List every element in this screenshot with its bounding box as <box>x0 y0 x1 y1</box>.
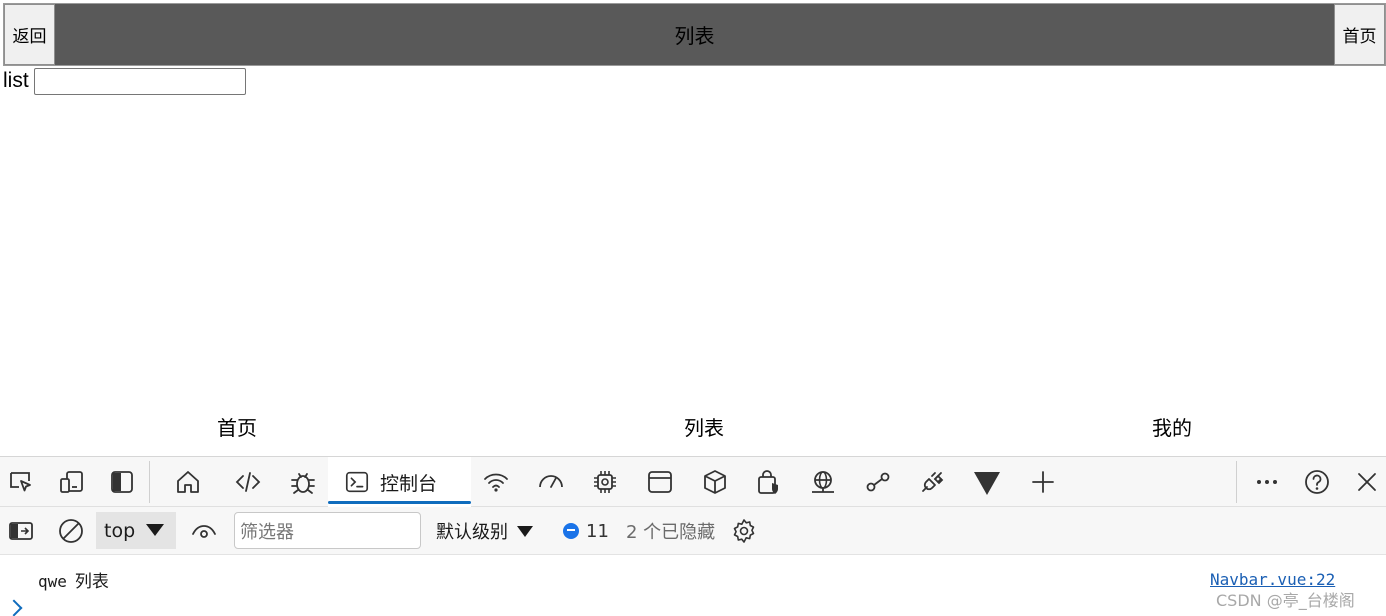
console-prompt-chevron-icon[interactable] <box>5 599 23 616</box>
toolbar-divider <box>1236 461 1237 503</box>
caret-down-icon <box>146 524 164 536</box>
tab-list[interactable]: 列表 <box>604 408 804 444</box>
clear-console-icon[interactable] <box>54 514 88 548</box>
add-tool-icon[interactable] <box>1026 465 1060 499</box>
list-field-row: list <box>3 67 246 95</box>
log-level-value: 默认级别 <box>436 522 508 543</box>
network-globe-icon[interactable] <box>806 465 840 499</box>
devtools-toolbar: 控制台 <box>0 457 1386 507</box>
close-icon[interactable] <box>1350 465 1384 499</box>
performance-gauge-icon[interactable] <box>534 465 568 499</box>
devtools-panel: 控制台 top 筛选器 默认级别 11 2 个已隐藏 qwe 列表 Navbar… <box>0 456 1386 616</box>
help-icon[interactable] <box>1300 465 1334 499</box>
3d-view-icon[interactable] <box>698 465 732 499</box>
security-bag-icon[interactable] <box>752 465 786 499</box>
context-select[interactable]: top <box>96 512 176 549</box>
console-filter-input[interactable]: 筛选器 <box>234 512 421 549</box>
caret-down-icon <box>517 525 533 537</box>
console-settings-gear-icon[interactable] <box>727 514 761 548</box>
vue-devtools-icon[interactable] <box>970 465 1004 499</box>
more-tools-icon[interactable] <box>1250 465 1284 499</box>
application-window-icon[interactable] <box>643 465 677 499</box>
list-label: list <box>3 69 29 92</box>
welcome-home-icon[interactable] <box>171 465 205 499</box>
message-count[interactable]: 11 <box>563 507 609 555</box>
page-title: 列表 <box>674 24 715 48</box>
elements-icon[interactable] <box>231 465 265 499</box>
console-message-text: 列表 <box>74 572 109 592</box>
network-wifi-icon[interactable] <box>479 465 513 499</box>
live-expression-eye-icon[interactable] <box>187 514 221 548</box>
home-button[interactable]: 首页 <box>1334 4 1385 65</box>
console-message-mono: qwe <box>38 572 67 591</box>
memory-chip-icon[interactable] <box>588 465 622 499</box>
active-tab-indicator <box>328 501 471 504</box>
app-navbar: 返回 列表 首页 <box>3 3 1386 66</box>
console-icon <box>345 471 369 493</box>
dock-side-icon[interactable] <box>105 465 139 499</box>
log-level-select[interactable]: 默认级别 <box>436 507 533 555</box>
context-select-value: top <box>104 519 136 542</box>
console-log-entry: qwe 列表 Navbar.vue:22 <box>0 557 1386 599</box>
message-bubble-icon <box>563 523 579 539</box>
performance-link-icon[interactable] <box>861 465 895 499</box>
tab-home[interactable]: 首页 <box>137 408 337 444</box>
list-input[interactable] <box>33 67 246 95</box>
toolbar-divider <box>149 461 150 503</box>
hidden-count: 2 个已隐藏 <box>626 522 716 543</box>
watermark: CSDN @亭_台楼阁 <box>1216 591 1355 610</box>
inspect-icon[interactable] <box>4 465 38 499</box>
show-sidebar-icon[interactable] <box>4 514 38 548</box>
console-message: qwe 列表 <box>38 567 109 592</box>
sources-debug-icon[interactable] <box>286 465 320 499</box>
network-plug-icon[interactable] <box>915 465 949 499</box>
bottom-tabbar: 首页 列表 我的 <box>0 408 1386 444</box>
tab-console[interactable]: 控制台 <box>328 457 471 507</box>
tab-mine[interactable]: 我的 <box>1072 408 1272 444</box>
message-count-value: 11 <box>586 520 609 542</box>
device-emulation-icon[interactable] <box>55 465 89 499</box>
console-filterbar: top 筛选器 默认级别 11 2 个已隐藏 <box>0 507 1386 555</box>
filter-placeholder: 筛选器 <box>240 521 294 543</box>
tab-console-label: 控制台 <box>380 472 438 495</box>
back-button[interactable]: 返回 <box>4 4 55 65</box>
